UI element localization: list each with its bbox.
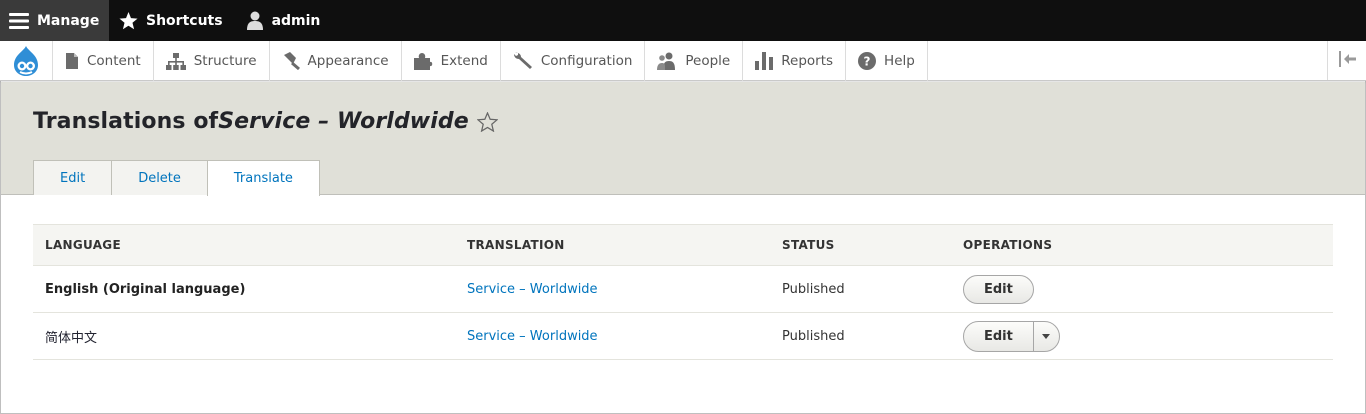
tray-item-help[interactable]: ? Help [846,41,928,81]
manage-tab[interactable]: Manage [0,0,109,41]
column-header-status: STATUS [782,238,835,252]
translation-link[interactable]: Service – Worldwide [467,329,598,344]
tray-item-label: Extend [440,53,488,69]
tray-item-structure[interactable]: Structure [154,41,270,81]
shortcuts-label: Shortcuts [146,12,223,29]
puzzle-icon [413,52,433,70]
paintbrush-icon [282,52,300,70]
drupal-logo[interactable] [0,41,53,80]
tray-item-extend[interactable]: Extend [402,41,501,81]
collapse-tray-button[interactable] [1327,41,1366,80]
page-title-prefix: Translations of [33,109,219,134]
tray-item-content[interactable]: Content [53,41,154,81]
admin-toolbar: Manage Shortcuts admin [0,0,1366,41]
tray-item-configuration[interactable]: Configuration [501,41,646,81]
table-header: LANGUAGE TRANSLATION STATUS OPERATIONS [33,224,1333,266]
tab-label: Translate [233,171,293,186]
star-icon [119,11,138,30]
user-label: admin [271,12,321,29]
tab-label: Edit [60,170,86,186]
shortcut-star-icon[interactable] [476,111,498,132]
page-header: Translations of Service – Worldwide Edit… [1,82,1365,196]
status-cell: Published [782,281,845,297]
language-cell: English (Original language) [45,281,246,297]
table-row: 简体中文 Service – Worldwide Published Edit [33,313,1333,360]
primary-tabs: Edit Delete Translate [33,160,320,196]
operations-cell: Edit [951,320,1060,352]
tray-item-label: People [685,53,731,69]
edit-button[interactable]: Edit [963,274,1034,304]
tray-item-label: Appearance [307,53,389,69]
operations-dropbutton: Edit [963,320,1060,352]
user-tab[interactable]: admin [237,0,335,41]
column-header-operations: OPERATIONS [963,238,1053,252]
shortcuts-tab[interactable]: Shortcuts [109,0,237,41]
translations-table: LANGUAGE TRANSLATION STATUS OPERATIONS E… [33,224,1333,360]
user-icon [246,11,264,30]
column-header-language: LANGUAGE [45,238,121,252]
drupal-drop-icon [14,45,38,76]
caret-down-icon [1042,333,1051,339]
manage-label: Manage [37,12,100,29]
tray-item-reports[interactable]: Reports [743,41,847,81]
svg-text:?: ? [864,55,871,69]
toolbar-tray: Content Structure Appearance Extend Conf… [0,41,1366,81]
page-title-node: Service – Worldwide [218,109,469,134]
status-cell: Published [782,328,845,344]
tray-item-label: Reports [781,53,834,69]
wrench-icon [513,52,533,70]
column-header-translation: TRANSLATION [467,238,565,252]
tray-item-label: Configuration [540,53,633,69]
language-cell: 简体中文 [45,330,98,346]
translation-link[interactable]: Service – Worldwide [467,282,598,297]
tab-edit[interactable]: Edit [33,160,112,195]
tab-translate[interactable]: Translate [206,160,320,196]
document-icon [65,53,79,69]
hamburger-icon [9,12,29,30]
tray-item-people[interactable]: People [645,41,744,81]
page-title: Translations of Service – Worldwide [33,109,498,134]
dropbutton-toggle[interactable] [1034,322,1059,351]
tab-delete[interactable]: Delete [111,160,207,195]
table-row: English (Original language) Service – Wo… [33,266,1333,313]
bar-chart-icon [755,52,774,70]
tray-spacer [928,41,1327,80]
edit-button[interactable]: Edit [964,321,1034,351]
people-icon [657,52,677,70]
sitemap-icon [165,52,186,70]
help-icon: ? [858,52,877,70]
tray-item-label: Structure [193,53,257,69]
collapse-arrow-icon [1337,50,1357,71]
tray-item-label: Content [87,53,141,69]
tray-item-label: Help [884,53,915,69]
tray-item-appearance[interactable]: Appearance [270,41,402,81]
tab-label: Delete [138,170,181,186]
operations-cell: Edit [951,274,1034,304]
